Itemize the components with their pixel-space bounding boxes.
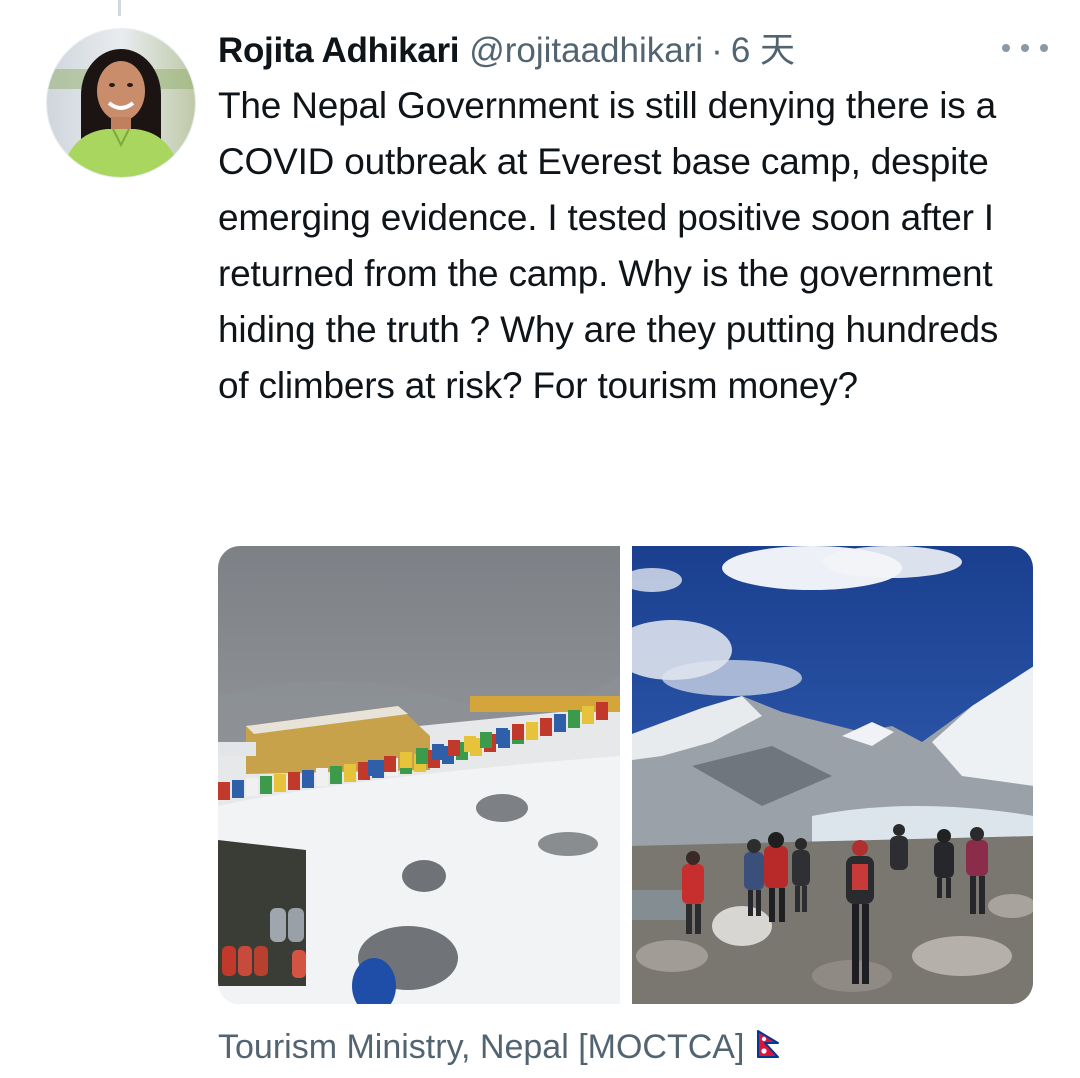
author-handle[interactable]: @rojitaadhikari — [469, 31, 703, 71]
more-options-icon[interactable] — [1002, 38, 1048, 58]
media-caption[interactable]: Tourism Ministry, Nepal [MOCTCA] — [218, 1028, 780, 1067]
tweet-header: Rojita Adhikari @rojitaadhikari · 6 天 — [218, 22, 1038, 78]
more-dot — [1002, 44, 1010, 52]
thread-connector-line — [118, 0, 121, 16]
tweet-media[interactable] — [218, 546, 1033, 1004]
avatar-image — [47, 29, 195, 177]
nepal-flag-icon — [756, 1028, 780, 1067]
tweet-timestamp[interactable]: 6 天 — [731, 22, 795, 73]
photo-snowy-base-camp[interactable] — [218, 546, 620, 1004]
author-name[interactable]: Rojita Adhikari — [218, 31, 459, 71]
media-caption-text: Tourism Ministry, Nepal [MOCTCA] — [218, 1028, 745, 1066]
more-dot — [1040, 44, 1048, 52]
tweet-text: The Nepal Government is still denying th… — [218, 85, 999, 406]
separator-dot: · — [711, 31, 723, 70]
tweet-body: Rojita Adhikari @rojitaadhikari · 6 天 Th… — [218, 22, 1048, 414]
photo-everest-trekkers[interactable] — [631, 546, 1033, 1004]
avatar[interactable] — [46, 28, 196, 178]
more-dot — [1021, 44, 1029, 52]
